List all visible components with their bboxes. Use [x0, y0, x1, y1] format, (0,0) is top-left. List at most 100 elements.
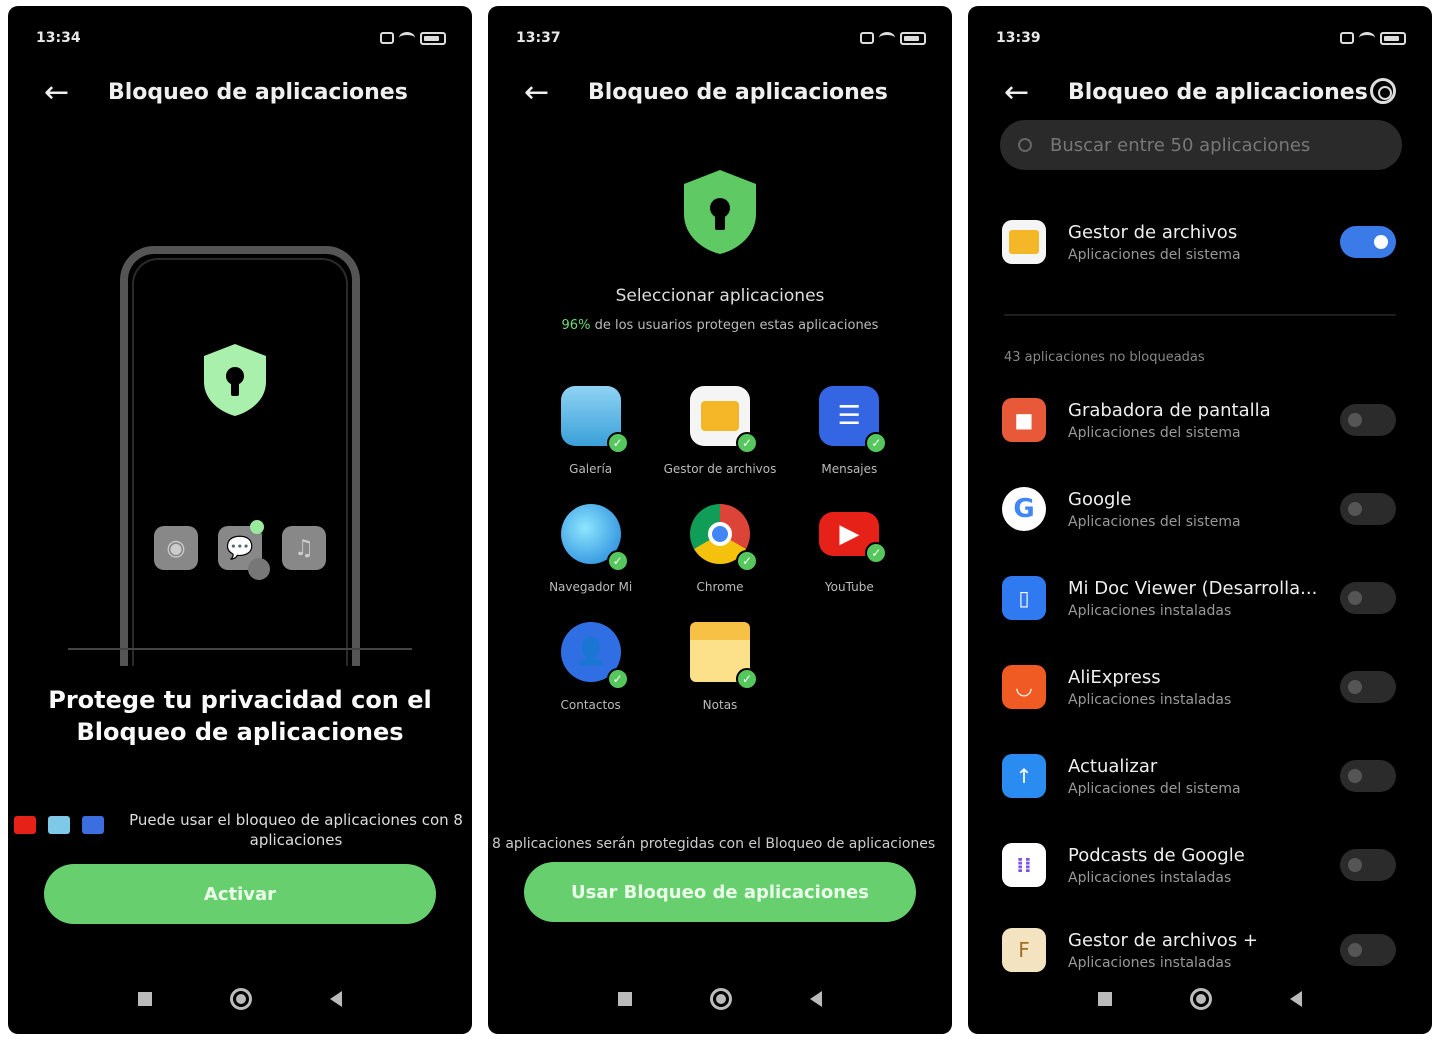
list-item[interactable]: G Google Aplicaciones del sistema	[1002, 479, 1396, 539]
wifi-icon	[1359, 32, 1375, 44]
app-tile-notes[interactable]: ✓ Notas	[655, 622, 784, 712]
app-preview-icons	[14, 816, 104, 834]
gallery-icon: ✓	[560, 386, 629, 454]
list-item[interactable]: ◡ AliExpress Aplicaciones instaladas	[1002, 657, 1396, 717]
status-time: 13:37	[516, 30, 561, 46]
lock-toggle[interactable]	[1340, 760, 1396, 792]
suggested-apps-grid: ✓ Galería ✓ Gestor de archivos ☰ ✓ Mensaj…	[526, 386, 914, 712]
app-category: Aplicaciones del sistema	[1068, 246, 1241, 263]
music-app-icon: ♫	[282, 526, 326, 570]
lock-toggle[interactable]	[1340, 404, 1396, 436]
shield-lock-icon	[204, 344, 266, 416]
google-icon: G	[1002, 487, 1046, 531]
app-tile-file-manager[interactable]: ✓ Gestor de archivos	[655, 386, 784, 476]
app-tile-youtube[interactable]: ▶ ✓ YouTube	[785, 504, 914, 594]
list-item[interactable]: ⁞⁞ Podcasts de Google Aplicaciones insta…	[1002, 835, 1396, 895]
file-manager-icon	[1002, 220, 1046, 264]
notes-icon: ✓	[689, 622, 758, 690]
illustration-base-line	[68, 648, 412, 650]
info-row: Puede usar el bloqueo de aplicaciones co…	[14, 810, 472, 850]
check-icon: ✓	[606, 550, 629, 572]
recents-icon[interactable]	[618, 992, 632, 1006]
top-bar: ← Bloqueo de aplicaciones	[968, 64, 1432, 120]
use-app-lock-button[interactable]: Usar Bloqueo de aplicaciones	[524, 862, 916, 922]
check-icon: ✓	[735, 432, 758, 454]
back-nav-icon[interactable]	[810, 991, 822, 1007]
message-icon: ☰ ✓	[819, 386, 888, 454]
lock-toggle[interactable]	[1340, 226, 1396, 258]
locked-app-row[interactable]: Gestor de archivos Aplicaciones del sist…	[1002, 212, 1396, 272]
top-bar: ← Bloqueo de aplicaciones	[488, 64, 952, 120]
home-icon[interactable]	[230, 988, 252, 1010]
status-bar: 13:34	[36, 28, 446, 48]
back-nav-icon[interactable]	[1290, 991, 1302, 1007]
navigation-bar	[488, 988, 952, 1010]
home-icon[interactable]	[710, 988, 732, 1010]
podcasts-icon: ⁞⁞	[1002, 843, 1046, 887]
app-tile-gallery[interactable]: ✓ Galería	[526, 386, 655, 476]
check-icon: ✓	[735, 668, 758, 690]
sim-icon	[1340, 32, 1354, 44]
check-icon: ✓	[735, 550, 758, 572]
list-item[interactable]: ▯ Mi Doc Viewer (Desarrolla... Aplicacio…	[1002, 568, 1396, 628]
app-name: Gestor de archivos	[1068, 221, 1238, 243]
recents-icon[interactable]	[1098, 992, 1112, 1006]
file-manager-plus-icon: F	[1002, 928, 1046, 972]
app-tile-mi-browser[interactable]: ✓ Navegador Mi	[526, 504, 655, 594]
battery-icon	[420, 31, 446, 45]
page-title: Bloqueo de aplicaciones	[1068, 79, 1368, 105]
recents-icon[interactable]	[138, 992, 152, 1006]
shield-lock-icon	[684, 170, 756, 254]
wifi-icon	[399, 32, 415, 44]
doc-viewer-icon: ▯	[1002, 576, 1046, 620]
app-tile-chrome[interactable]: ✓ Chrome	[655, 504, 784, 594]
lock-toggle[interactable]	[1340, 934, 1396, 966]
users-percentage: 96%	[561, 318, 591, 333]
update-arrow-icon: ↑	[1002, 754, 1046, 798]
phone-illustration	[120, 246, 360, 666]
status-icons	[860, 31, 926, 45]
status-bar: 13:39	[996, 28, 1406, 48]
app-tile-contacts[interactable]: 👤 ✓ Contactos	[526, 622, 655, 712]
aliexpress-icon: ◡	[1002, 665, 1046, 709]
green-dot-icon	[250, 520, 264, 534]
folder-icon: ✓	[689, 386, 758, 454]
search-bar[interactable]	[1000, 120, 1402, 170]
back-arrow-icon[interactable]: ←	[44, 75, 84, 110]
check-icon: ✓	[606, 432, 629, 454]
camera-app-icon: ◉	[154, 526, 198, 570]
screen-recorder-icon: ■	[1002, 398, 1046, 442]
status-time: 13:39	[996, 30, 1041, 46]
back-arrow-icon[interactable]: ←	[524, 75, 564, 110]
info-text: Puede usar el bloqueo de aplicaciones co…	[129, 811, 463, 849]
list-item[interactable]: ↑ Actualizar Aplicaciones del sistema	[1002, 746, 1396, 806]
back-nav-icon[interactable]	[330, 991, 342, 1007]
home-icon[interactable]	[1190, 988, 1212, 1010]
list-item[interactable]: ■ Grabadora de pantalla Aplicaciones del…	[1002, 390, 1396, 450]
lock-toggle[interactable]	[1340, 849, 1396, 881]
sim-icon	[380, 32, 394, 44]
app-tile-messages[interactable]: ☰ ✓ Mensajes	[785, 386, 914, 476]
status-time: 13:34	[36, 30, 81, 46]
activate-button[interactable]: Activar	[44, 864, 436, 924]
lock-toggle[interactable]	[1340, 582, 1396, 614]
select-apps-heading: Seleccionar aplicaciones	[615, 286, 825, 306]
screen-intro: 13:34 ← Bloqueo de aplicaciones ◉ 💬 ♫ Pr…	[8, 6, 472, 1034]
lock-toggle[interactable]	[1340, 671, 1396, 703]
back-arrow-icon[interactable]: ←	[1004, 75, 1044, 110]
lock-toggle[interactable]	[1340, 493, 1396, 525]
browser-icon: ✓	[560, 504, 629, 572]
list-item[interactable]: F Gestor de archivos + Aplicaciones inst…	[1002, 924, 1396, 976]
youtube-icon: ▶ ✓	[819, 512, 888, 564]
status-bar: 13:37	[516, 28, 926, 48]
navigation-bar	[8, 988, 472, 1010]
search-input[interactable]	[1050, 134, 1370, 156]
status-icons	[1340, 31, 1406, 45]
screen-app-list: 13:39 ← Bloqueo de aplicaciones Gestor d…	[968, 6, 1432, 1034]
sim-icon	[860, 32, 874, 44]
search-icon	[1018, 138, 1032, 152]
screen-select-apps: 13:37 ← Bloqueo de aplicaciones Seleccio…	[488, 6, 952, 1034]
settings-gear-icon[interactable]	[1370, 78, 1396, 104]
check-icon: ✓	[865, 432, 888, 454]
navigation-bar	[968, 988, 1432, 1010]
